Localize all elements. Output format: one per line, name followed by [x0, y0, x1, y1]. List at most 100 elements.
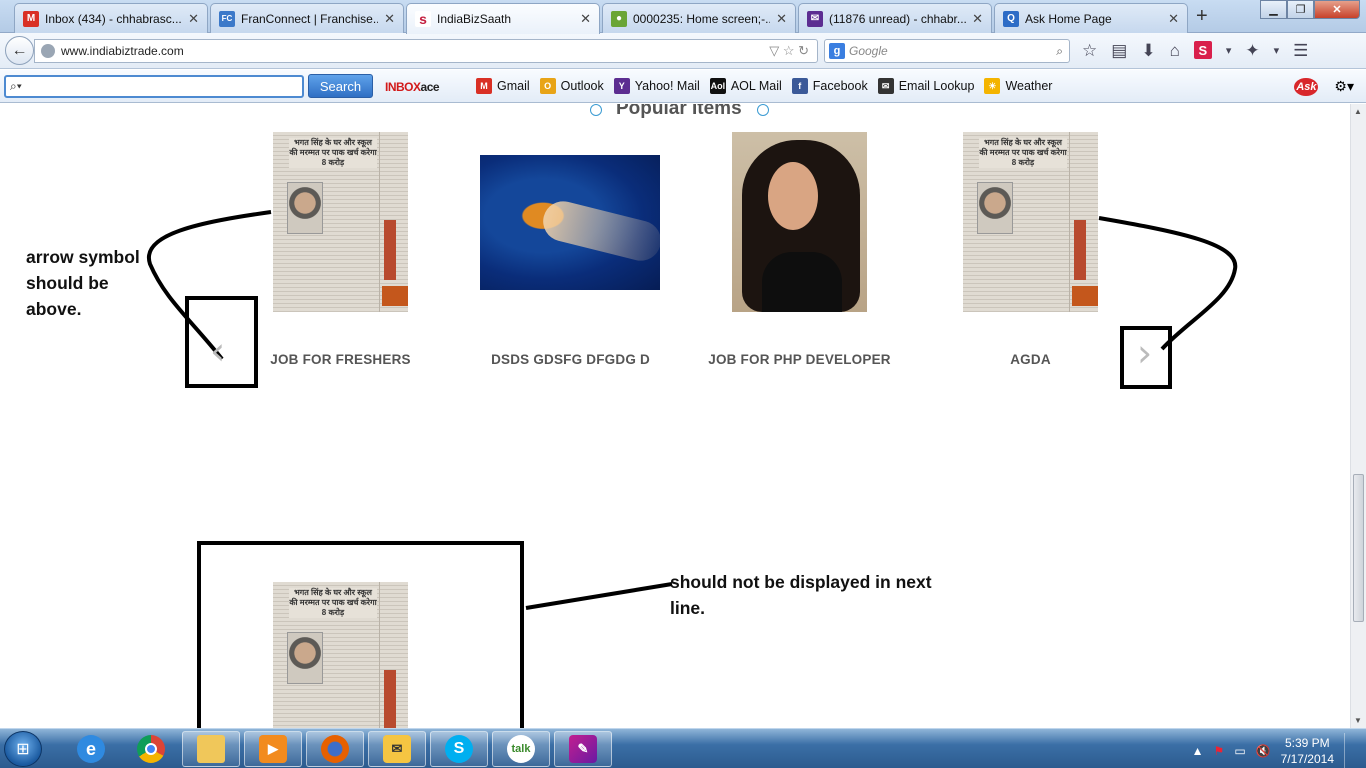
next-arrow[interactable]: ›: [1137, 331, 1152, 375]
gmail-link[interactable]: M Gmail: [476, 78, 530, 94]
outlook-app[interactable]: ✉: [368, 731, 426, 767]
search-placeholder: Google: [849, 44, 888, 58]
tab-yahoo-mail[interactable]: ✉ (11876 unread) - chhabr... ✕: [798, 3, 992, 33]
maximize-button[interactable]: ❐: [1287, 0, 1314, 19]
volume-muted-icon[interactable]: 🔇: [1256, 744, 1271, 758]
reload-icon[interactable]: ▽ ☆ ↻: [769, 43, 809, 59]
tab-franconnect[interactable]: FC FranConnect | Franchise... ✕: [210, 3, 404, 33]
popular-item[interactable]: भगत सिंह के घर और स्कूल की मरम्मत पर पाक…: [963, 132, 1098, 367]
dropdown-icon[interactable]: ▾: [1226, 41, 1232, 61]
feather-app[interactable]: ✎: [554, 731, 612, 767]
search-engine-box[interactable]: g Google ⌕: [824, 39, 1070, 63]
yahoo-mail-link[interactable]: Y Yahoo! Mail: [613, 78, 700, 94]
network-error-icon[interactable]: ⚑: [1214, 744, 1225, 758]
firefox-app[interactable]: [306, 731, 364, 767]
weather-link[interactable]: ☀ Weather: [984, 78, 1052, 94]
bookmark-star-icon[interactable]: ☆: [1082, 41, 1097, 61]
google-icon[interactable]: g: [829, 43, 845, 59]
item-title[interactable]: DSDS GDSFG DFGDG D: [463, 352, 678, 367]
nav-toolbar-icons: ☆ ▤ ⬇ ⌂ S ▾ ✦ ▾ ☰: [1082, 41, 1308, 61]
tab-ask-home[interactable]: Q Ask Home Page ✕: [994, 3, 1188, 33]
newspaper-thumbnail[interactable]: भगत सिंह के घर और स्कूल की मरम्मत पर पाक…: [963, 132, 1098, 312]
popular-item[interactable]: JOB FOR PHP DEVELOPER: [708, 132, 891, 367]
email-icon: ✉: [877, 78, 894, 94]
email-lookup-link[interactable]: ✉ Email Lookup: [877, 78, 974, 94]
media-player-icon: ▶: [259, 735, 287, 763]
close-window-button[interactable]: ✕: [1314, 0, 1360, 19]
facebook-icon: f: [791, 78, 808, 94]
start-button[interactable]: ⊞: [4, 731, 42, 767]
clock-time: 5:39 PM: [1284, 736, 1330, 750]
windows-taskbar: ⊞ e ▶ ✉ S talk ✎ ▲ ⚑ ▭ 🔇 5:39 PM 7/17/20…: [0, 728, 1366, 768]
page-content: Popular Items भगत सिंह के घर और स्कूल की…: [0, 104, 1350, 728]
chrome-app[interactable]: [122, 731, 180, 767]
tab-strip: M Inbox (434) - chhabrasc... ✕ FC FranCo…: [0, 0, 1366, 34]
bookmarks-list-icon[interactable]: ▤: [1111, 41, 1127, 61]
close-icon[interactable]: ✕: [384, 11, 395, 27]
ask-search-input[interactable]: ⌕▾: [4, 75, 304, 98]
carousel-dot[interactable]: [757, 104, 769, 116]
navigation-bar: ← www.indiabiztrade.com ▽ ☆ ↻ g Google ⌕…: [0, 33, 1366, 69]
show-hidden-icons[interactable]: ▲: [1192, 744, 1204, 758]
item-title[interactable]: AGDA: [923, 352, 1138, 367]
item-title[interactable]: JOB FOR PHP DEVELOPER: [692, 352, 907, 367]
extension-icon[interactable]: ✦: [1245, 41, 1259, 61]
tab-gmail[interactable]: M Inbox (434) - chhabrasc... ✕: [14, 3, 208, 33]
show-desktop-button[interactable]: [1344, 733, 1356, 768]
newspaper-headline: भगत सिंह के घर और स्कूल की मरम्मत पर पाक…: [979, 138, 1067, 168]
search-icon[interactable]: ⌕: [1056, 44, 1063, 59]
tab-mantis[interactable]: ● 0000235: Home screen;-... ✕: [602, 3, 796, 33]
back-button[interactable]: ←: [5, 36, 34, 65]
indiabizsaath-icon: s: [415, 11, 431, 27]
tab-label: FranConnect | Franchise...: [241, 11, 379, 26]
address-bar[interactable]: www.indiabiztrade.com ▽ ☆ ↻: [34, 39, 818, 63]
stumbleupon-icon[interactable]: S: [1193, 41, 1212, 59]
newspaper-thumbnail[interactable]: भगत सिंह के घर और स्कूल की मरम्मत पर पाक…: [273, 132, 408, 312]
carousel-dot[interactable]: [590, 104, 602, 116]
skype-app[interactable]: S: [430, 731, 488, 767]
scroll-down-icon[interactable]: ▼: [1354, 716, 1362, 725]
minimize-button[interactable]: ▁: [1260, 0, 1287, 19]
inboxace-logo[interactable]: INBOXace: [385, 80, 440, 94]
close-icon[interactable]: ✕: [188, 11, 199, 27]
download-icon[interactable]: ⬇: [1141, 41, 1155, 61]
gmail-icon: M: [476, 78, 492, 94]
tab-label: 0000235: Home screen;-...: [633, 11, 771, 26]
clock[interactable]: 5:39 PM 7/17/2014: [1281, 735, 1334, 767]
menu-icon[interactable]: ☰: [1293, 41, 1308, 61]
outlook-link[interactable]: O Outlook: [539, 78, 604, 94]
popular-item[interactable]: DSDS GDSFG DFGDG D: [480, 155, 660, 367]
new-tab-button[interactable]: +: [1196, 5, 1208, 28]
feather-icon: ✎: [569, 735, 597, 763]
close-icon[interactable]: ✕: [972, 11, 983, 27]
popular-item[interactable]: भगत सिंह के घर और स्कूल की मरम्मत पर पाक…: [270, 132, 411, 367]
portrait-thumbnail[interactable]: [732, 132, 867, 312]
tab-indiabizsaath[interactable]: s IndiaBizSaath ✕: [406, 3, 600, 34]
ask-toolbar: ⌕▾ Search INBOXace M Gmail O Outlook Y Yaho…: [0, 70, 1366, 103]
prev-arrow[interactable]: ‹: [210, 329, 225, 373]
display-icon[interactable]: ▭: [1234, 744, 1245, 758]
outlook-icon: O: [539, 78, 556, 94]
close-icon[interactable]: ✕: [1168, 11, 1179, 27]
item-title[interactable]: JOB FOR FRESHERS: [233, 352, 448, 367]
aol-mail-link[interactable]: Aol AOL Mail: [709, 78, 782, 94]
explorer-app[interactable]: [182, 731, 240, 767]
facebook-link[interactable]: f Facebook: [791, 78, 868, 94]
gtalk-app[interactable]: talk: [492, 731, 550, 767]
dropdown-icon[interactable]: ▾: [1274, 41, 1280, 61]
yahoo-mail-icon: ✉: [807, 10, 823, 27]
home-icon[interactable]: ⌂: [1170, 41, 1180, 61]
scroll-up-icon[interactable]: ▲: [1354, 107, 1362, 116]
jellyfish-thumbnail[interactable]: [480, 155, 660, 290]
close-icon[interactable]: ✕: [776, 11, 787, 27]
ask-search-button[interactable]: Search: [308, 74, 373, 98]
close-icon[interactable]: ✕: [580, 11, 591, 27]
url-text: www.indiabiztrade.com: [61, 44, 184, 58]
gmail-icon: M: [23, 10, 39, 27]
scrollbar-thumb[interactable]: [1353, 474, 1364, 622]
vertical-scrollbar[interactable]: ▲ ▼: [1350, 104, 1366, 728]
internet-explorer-app[interactable]: e: [62, 731, 120, 767]
settings-icon[interactable]: ⚙▾: [1334, 78, 1354, 96]
ask-logo[interactable]: Ask: [1294, 78, 1319, 96]
media-player-app[interactable]: ▶: [244, 731, 302, 767]
